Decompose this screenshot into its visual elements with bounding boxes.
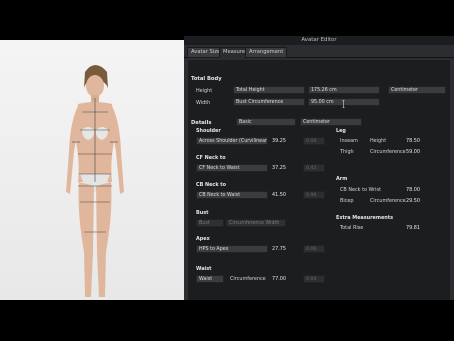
total-rise-label: Total Rise <box>340 225 364 231</box>
cf-neck-waist-delta: 0.41 <box>303 164 325 172</box>
bicep-label: Bicep <box>340 198 354 204</box>
details-header: Details <box>191 120 212 126</box>
bicep-sub-label: Circumference <box>370 198 406 204</box>
cf-neck-waist-field[interactable]: CF Neck to Waist <box>196 164 268 172</box>
cf-neck-waist-value[interactable]: 37.25 <box>272 164 286 172</box>
thigh-value[interactable]: 59.00 <box>406 148 420 156</box>
inseam-sub-label: Height <box>370 138 387 144</box>
details-unit-select[interactable]: Centimeter <box>300 118 362 126</box>
avatar-editor-panel: Avatar Editor Avatar Size Measure Arrang… <box>184 36 454 300</box>
inseam-label: Inseam <box>340 138 358 144</box>
waist-delta: 0.00 <box>303 275 325 283</box>
cb-neck-waist-field[interactable]: CB Neck to Waist <box>196 191 268 199</box>
total-body-header: Total Body <box>191 76 222 82</box>
hps-apex-value[interactable]: 27.75 <box>272 245 286 253</box>
bicep-value[interactable]: 29.50 <box>406 197 420 205</box>
shoulder-title: Shoulder <box>196 128 221 134</box>
text-cursor-icon <box>342 100 345 108</box>
height-value-input[interactable]: 175.26 cm <box>308 86 380 94</box>
3d-viewport[interactable] <box>0 40 184 300</box>
waist-field[interactable]: Waist <box>196 275 224 283</box>
width-label: Width <box>196 100 211 106</box>
window-title: Avatar Editor <box>184 36 454 45</box>
avatar-figure[interactable] <box>60 52 130 300</box>
cf-neck-title: CF Neck to <box>196 155 226 161</box>
across-shoulder-delta: 0.00 <box>303 137 325 145</box>
cb-neck-waist-delta: 0.96 <box>303 191 325 199</box>
cb-neck-wrist-value[interactable]: 78.00 <box>406 186 420 194</box>
across-shoulder-value[interactable]: 39.25 <box>272 137 286 145</box>
height-label: Height <box>196 88 213 94</box>
bust-field: Bust <box>196 219 224 227</box>
across-shoulder-field[interactable]: Across Shoulder (Curvilinear) <box>196 137 268 145</box>
tab-bar: Avatar Size Measure Arrangement <box>184 47 454 58</box>
avatar-head <box>86 75 104 97</box>
apex-title: Apex <box>196 236 210 242</box>
arm-title: Arm <box>336 176 348 182</box>
bust-dim-field: Circumference Width <box>226 219 286 227</box>
avatar-left-leg <box>78 182 94 297</box>
cb-neck-title: CB Neck to <box>196 182 226 188</box>
waist-sub-label: Circumference <box>230 276 266 282</box>
inseam-value[interactable]: 78.50 <box>406 137 420 145</box>
thigh-sub-label: Circumference <box>370 149 406 155</box>
tab-arrangement[interactable]: Arrangement <box>245 47 288 58</box>
total-unit-select[interactable]: Centimeter <box>388 86 446 94</box>
details-mode-select[interactable]: Basic <box>236 118 296 126</box>
cb-neck-wrist-label: CB Neck to Wrist <box>340 187 381 193</box>
height-measure-select[interactable]: Total Height <box>233 86 305 94</box>
measure-content[interactable]: Total Body Height Total Height 175.26 cm… <box>188 60 450 300</box>
cb-neck-waist-value[interactable]: 41.50 <box>272 191 286 199</box>
total-rise-value[interactable]: 79.81 <box>406 224 420 232</box>
width-measure-select[interactable]: Bust Circumference <box>233 98 305 106</box>
thigh-label: Thigh <box>340 149 354 155</box>
waist-title: Waist <box>196 266 212 272</box>
hps-apex-delta: 0.00 <box>303 245 325 253</box>
avatar-right-leg <box>96 182 112 297</box>
extra-measurements-title: Extra Measurements <box>336 215 393 221</box>
waist-value[interactable]: 77.00 <box>272 275 286 283</box>
bust-title: Bust <box>196 210 209 216</box>
leg-title: Leg <box>336 128 346 134</box>
hps-apex-field[interactable]: HPS to Apex <box>196 245 268 253</box>
